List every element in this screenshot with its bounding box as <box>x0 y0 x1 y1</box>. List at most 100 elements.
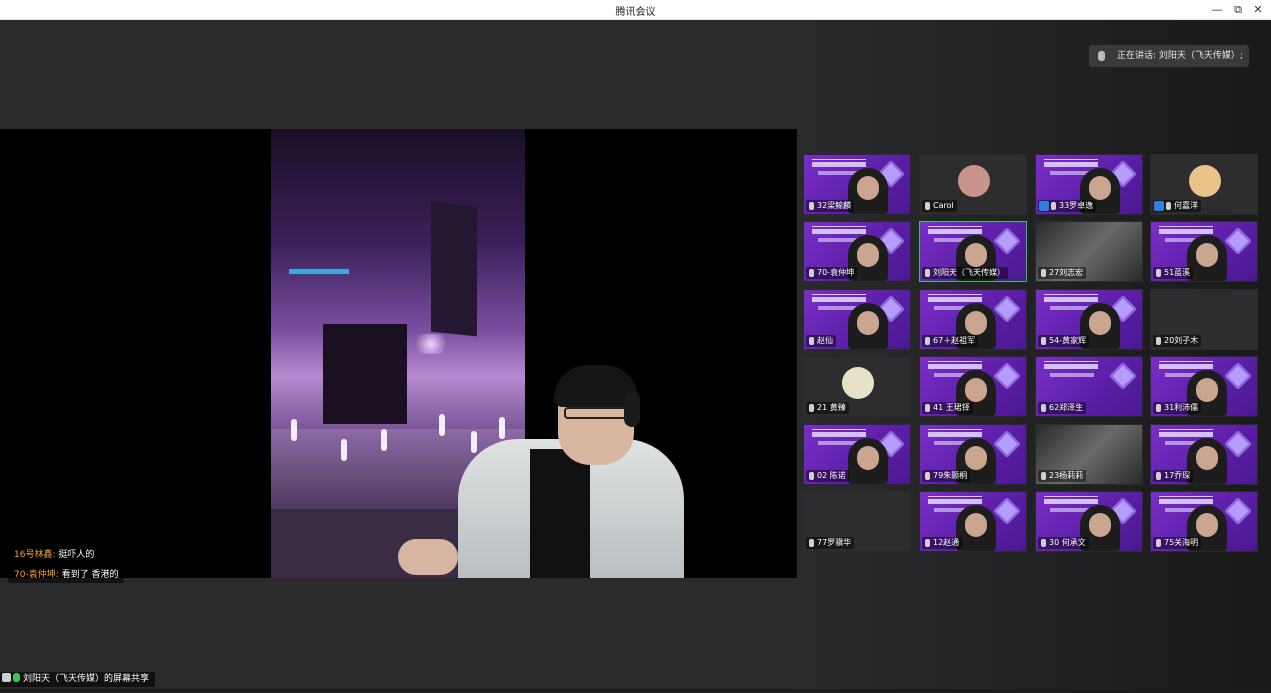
dancer <box>381 429 387 451</box>
participant-name: 12赵通 <box>933 538 960 547</box>
presenter-video <box>398 365 684 578</box>
participant-tile[interactable]: 70-袁仲坤 <box>803 221 911 282</box>
participant-name: 刘阳天（飞天传媒） <box>933 268 1005 277</box>
avatar <box>842 367 874 399</box>
participant-name-label: 33罗卓逸 <box>1038 200 1097 212</box>
participant-name: 67＋赵祖军 <box>933 336 976 345</box>
chat-sender: 70-袁仲坤: <box>14 570 59 580</box>
participant-tile[interactable]: Carol <box>919 154 1027 215</box>
cube-logo-icon <box>993 227 1021 255</box>
participant-name: 75关海明 <box>1164 538 1199 547</box>
cube-logo-icon <box>1224 430 1252 458</box>
participant-name-label: 20刘子木 <box>1153 335 1202 347</box>
chat-sender: 16号林鑫: <box>14 550 56 560</box>
participant-name: 30 何承文 <box>1049 538 1086 547</box>
participant-tile[interactable]: 21 黄臻 <box>803 356 911 417</box>
close-button[interactable]: ✕ <box>1249 2 1267 18</box>
participant-tile[interactable]: 27刘志宏 <box>1035 221 1143 282</box>
participant-name-label: 75关海明 <box>1153 537 1202 549</box>
participant-tile[interactable]: 77罗骥华 <box>803 491 911 552</box>
participant-tile[interactable]: 刘阳天（飞天传媒） <box>919 221 1027 282</box>
share-label-text: 刘阳天（飞天传媒）的屏幕共享 <box>23 674 150 684</box>
mic-icon <box>1156 472 1161 480</box>
mic-icon <box>1041 404 1046 412</box>
participant-tile[interactable]: 62郑泽生 <box>1035 356 1143 417</box>
participant-name-label: 21 黄臻 <box>806 402 849 414</box>
mic-icon <box>809 269 814 277</box>
participant-name: 23杨莉莉 <box>1049 471 1084 480</box>
participant-name: 41 王珺铎 <box>933 403 970 412</box>
speaking-indicator: 正在讲话: 刘阳天（飞天传媒）; <box>1089 45 1249 67</box>
participant-name: 32梁鲸麟 <box>817 201 852 210</box>
mic-icon <box>1041 337 1046 345</box>
screen-share-label: 刘阳天（飞天传媒）的屏幕共享 <box>0 672 156 687</box>
participant-tile[interactable]: 79朱颢桐 <box>919 424 1027 485</box>
participant-tile[interactable]: 33罗卓逸 <box>1035 154 1143 215</box>
mic-icon <box>1098 51 1105 61</box>
title-bar: 腾讯会议 — ⧉ ✕ <box>0 0 1271 20</box>
mic-icon <box>1041 269 1046 277</box>
chat-bubble: 16号林鑫: 挺吓人的 <box>8 547 101 563</box>
participant-name: 33罗卓逸 <box>1059 201 1094 210</box>
participant-tile[interactable]: 02 陈诺 <box>803 424 911 485</box>
participant-video <box>848 438 888 484</box>
participant-name-label: 23杨莉莉 <box>1038 470 1087 482</box>
participant-tile[interactable]: 67＋赵祖军 <box>919 289 1027 350</box>
participant-name: 70-袁仲坤 <box>817 268 855 277</box>
participant-tile[interactable]: 30 何承文 <box>1035 491 1143 552</box>
mic-icon <box>809 202 814 210</box>
participant-name-label: 79朱颢桐 <box>922 470 971 482</box>
led-screen <box>323 324 407 424</box>
mic-icon <box>1041 539 1046 547</box>
participant-tile[interactable]: 51蓝溪 <box>1150 221 1258 282</box>
participant-tile[interactable]: 75关海明 <box>1150 491 1258 552</box>
participant-name: 31利沛儒 <box>1164 403 1199 412</box>
glasses-icon <box>564 407 628 419</box>
participant-tile[interactable]: 41 王珺铎 <box>919 356 1027 417</box>
restore-button[interactable]: ⧉ <box>1229 2 1247 18</box>
avatar <box>958 165 990 197</box>
presenter-hand <box>398 539 458 575</box>
cube-logo-icon <box>1224 227 1252 255</box>
participant-name-label: 刘阳天（飞天传媒） <box>922 267 1008 279</box>
participant-tile[interactable]: 32梁鲸麟 <box>803 154 911 215</box>
cube-logo-icon <box>1224 497 1252 525</box>
participant-name-label: 54-黄家辉 <box>1038 335 1090 347</box>
participant-tile[interactable]: 31利沛儒 <box>1150 356 1258 417</box>
mic-icon <box>925 404 930 412</box>
mic-on-icon <box>13 673 20 682</box>
main-stage: 16号林鑫: 挺吓人的 70-袁仲坤: 看到了 香港的 刘阳天（飞天传媒）的屏幕… <box>0 20 797 689</box>
chat-bubble: 70-袁仲坤: 看到了 香港的 <box>8 567 125 583</box>
user-icon <box>1154 201 1164 211</box>
mic-icon <box>1156 539 1161 547</box>
cube-logo-icon <box>993 430 1021 458</box>
participant-name: 79朱颢桐 <box>933 471 968 480</box>
participant-tile[interactable]: 12赵通 <box>919 491 1027 552</box>
mic-icon <box>809 337 814 345</box>
participant-name-label: 32梁鲸麟 <box>806 200 855 212</box>
participant-name-label: 17乔琛 <box>1153 470 1194 482</box>
led-screen <box>431 201 477 337</box>
participant-tile[interactable]: 23杨莉莉 <box>1035 424 1143 485</box>
participant-name: 赵仙 <box>817 336 833 345</box>
participant-tile[interactable]: 17乔琛 <box>1150 424 1258 485</box>
minimize-button[interactable]: — <box>1208 2 1226 18</box>
app-title: 腾讯会议 <box>615 7 656 18</box>
participant-name: 17乔琛 <box>1164 471 1191 480</box>
mic-icon <box>809 539 814 547</box>
participant-tile[interactable]: 54-黄家辉 <box>1035 289 1143 350</box>
participant-tile[interactable]: 20刘子木 <box>1150 289 1258 350</box>
stage-light <box>289 269 349 274</box>
mic-icon <box>1156 269 1161 277</box>
participant-name: 51蓝溪 <box>1164 268 1191 277</box>
participant-panel: 正在讲话: 刘阳天（飞天传媒）; 32梁鲸麟 Carol 33罗卓逸 何嘉洋 70-袁仲… <box>797 20 1271 689</box>
cube-logo-icon <box>993 362 1021 390</box>
mic-icon <box>925 472 930 480</box>
mic-icon <box>1156 404 1161 412</box>
participant-name-label: 51蓝溪 <box>1153 267 1194 279</box>
mic-icon <box>1166 202 1171 210</box>
participant-tile[interactable]: 何嘉洋 <box>1150 154 1258 215</box>
stage-light <box>411 334 451 354</box>
participant-tile[interactable]: 赵仙 <box>803 289 911 350</box>
screen-share-view[interactable] <box>0 129 797 578</box>
